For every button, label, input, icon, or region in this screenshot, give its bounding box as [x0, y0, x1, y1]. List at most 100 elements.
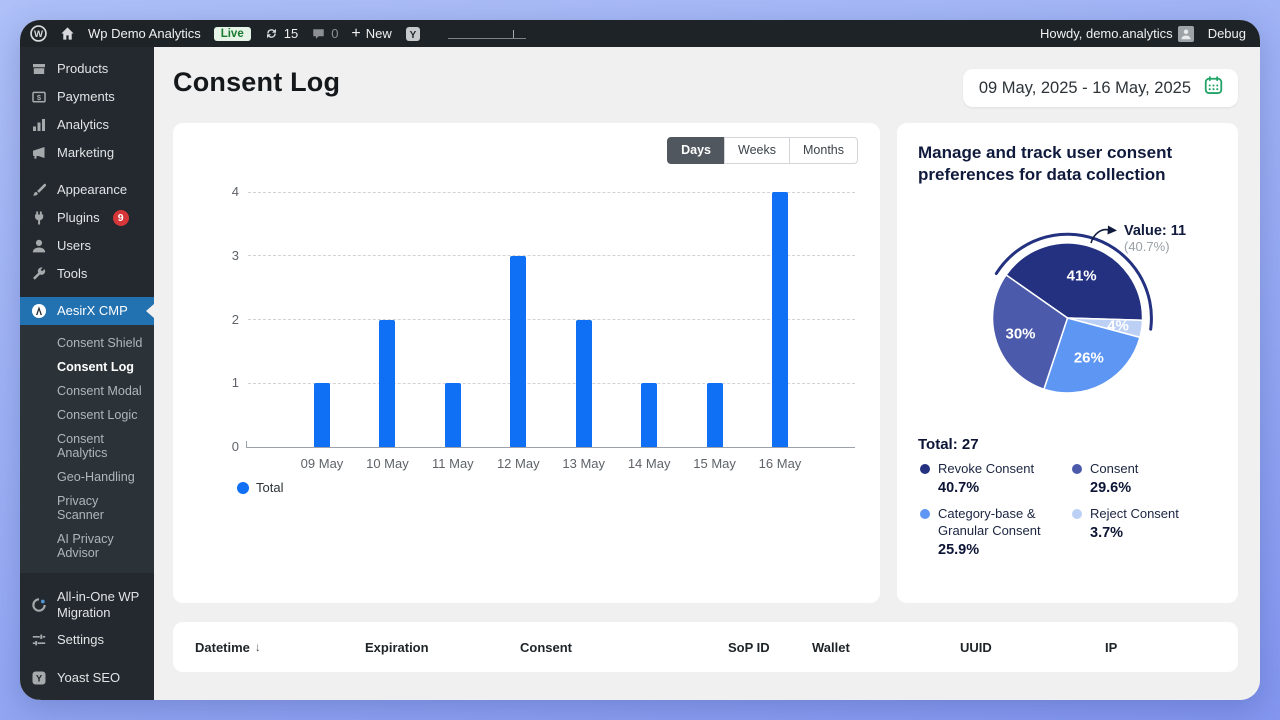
pie-chart: 41%4%26%30%Value: 11(40.7%) — [897, 211, 1238, 429]
y-axis-tick — [246, 441, 247, 447]
pie-slice-percent-label: 30% — [1005, 326, 1035, 343]
submenu-item-consent-logic[interactable]: Consent Logic — [20, 403, 154, 427]
submenu-item-ai-privacy-advisor[interactable]: AI Privacy Advisor — [20, 527, 154, 565]
x-axis-label: 12 May — [486, 456, 550, 471]
legend-label: Consent — [1090, 461, 1138, 478]
updates-icon — [264, 26, 279, 41]
legend-dot — [237, 482, 249, 494]
tab-months[interactable]: Months — [789, 137, 858, 164]
svg-text:Y: Y — [409, 30, 416, 41]
x-axis-label: 14 May — [617, 456, 681, 471]
submenu-item-privacy-scanner[interactable]: Privacy Scanner — [20, 489, 154, 527]
sidebar-item-plugins[interactable]: Plugins 9 — [20, 204, 154, 232]
submenu-item-consent-log[interactable]: Consent Log — [20, 355, 154, 379]
column-header-wallet[interactable]: Wallet — [812, 640, 960, 655]
sidebar-item-tools[interactable]: Tools — [20, 260, 154, 288]
debug-link[interactable]: Debug — [1208, 26, 1246, 41]
date-range-picker[interactable]: 09 May, 2025 - 16 May, 2025 — [963, 69, 1238, 107]
column-header-ip[interactable]: IP — [1105, 640, 1238, 655]
yoast-toolbar-icon[interactable]: Y — [405, 26, 421, 42]
y-axis-label: 4 — [211, 184, 239, 199]
legend-text: Revoke Consent40.7% — [938, 461, 1034, 496]
sidebar-item-label: Settings — [57, 632, 104, 648]
legend-label: Total — [256, 480, 283, 495]
legend-dot — [920, 464, 930, 474]
sidebar-item-akeeba-backup[interactable]: Akeeba Backup — [20, 692, 154, 700]
x-axis-label: 15 May — [683, 456, 747, 471]
bar-10-may[interactable] — [379, 320, 395, 448]
sidebar-group: All-in-One WP Migration Settings — [20, 583, 154, 654]
legend-item-reject-consent[interactable]: Reject Consent3.7% — [1072, 506, 1224, 558]
aesirx-icon — [30, 303, 48, 319]
howdy-account-link[interactable]: Howdy, demo.analytics — [1040, 26, 1194, 42]
submenu-item-geo-handling[interactable]: Geo-Handling — [20, 465, 154, 489]
column-header-sop-id[interactable]: SoP ID — [728, 640, 812, 655]
legend-item-consent[interactable]: Consent29.6% — [1072, 461, 1224, 496]
sidebar-item-marketing[interactable]: Marketing — [20, 139, 154, 167]
sidebar-item-label: Analytics — [57, 117, 109, 133]
gridline — [248, 319, 855, 320]
tab-days[interactable]: Days — [667, 137, 725, 164]
sidebar-item-analytics[interactable]: Analytics — [20, 111, 154, 139]
page-title: Consent Log — [173, 67, 340, 98]
bar-14-may[interactable] — [641, 383, 657, 447]
wp-sidebar: Products $Payments Analytics Marketing Appea… — [20, 47, 154, 700]
bar-13-may[interactable] — [576, 320, 592, 448]
plugins-update-badge: 9 — [113, 210, 129, 226]
bar-09-may[interactable] — [314, 383, 330, 447]
tab-weeks[interactable]: Weeks — [724, 137, 790, 164]
sidebar-item-appearance[interactable]: Appearance — [20, 176, 154, 204]
sidebar-item-label: Tools — [57, 266, 87, 282]
sidebar-item-label: AesirX CMP — [57, 303, 128, 319]
sidebar-item-label: Products — [57, 61, 108, 77]
bar-16-may[interactable] — [772, 192, 788, 447]
sidebar-item-payments[interactable]: $Payments — [20, 83, 154, 111]
y-axis-label: 1 — [211, 375, 239, 390]
live-badge: Live — [214, 27, 251, 41]
submenu-item-consent-shield[interactable]: Consent Shield — [20, 331, 154, 355]
bar-15-may[interactable] — [707, 383, 723, 447]
sidebar-item-aesirx-cmp[interactable]: AesirX CMP — [20, 297, 154, 325]
site-name-link[interactable]: Wp Demo Analytics — [88, 26, 201, 41]
svg-text:W: W — [34, 29, 43, 40]
sidebar-item-settings[interactable]: Settings — [20, 626, 154, 654]
column-header-uuid[interactable]: UUID — [960, 640, 1105, 655]
gridline — [248, 192, 855, 193]
column-header-datetime[interactable]: Datetime↓ — [195, 640, 365, 655]
sidebar-item-label: Plugins — [57, 210, 100, 226]
sidebar-item-users[interactable]: Users — [20, 232, 154, 260]
svg-text:$: $ — [37, 93, 42, 102]
toolbar-placeholder-line — [448, 29, 526, 39]
home-icon[interactable] — [60, 26, 75, 41]
marketing-icon — [30, 145, 48, 161]
new-content-button[interactable]: + New — [351, 26, 391, 42]
legend-item-revoke-consent[interactable]: Revoke Consent40.7% — [920, 461, 1070, 496]
tools-icon — [30, 266, 48, 282]
sidebar-group: YYoast SEO Akeeba Backup — [20, 664, 154, 700]
sidebar-item-label: Yoast SEO — [57, 670, 120, 686]
bar-11-may[interactable] — [445, 383, 461, 447]
bar-12-may[interactable] — [510, 256, 526, 447]
sidebar-item-label: Akeeba Backup — [57, 698, 148, 700]
updates-link[interactable]: 15 — [264, 26, 298, 41]
x-axis-label: 16 May — [748, 456, 812, 471]
submenu-item-consent-analytics[interactable]: Consent Analytics — [20, 427, 154, 465]
annotation-arrowhead — [1108, 226, 1118, 235]
legend-percent: 25.9% — [938, 542, 1070, 558]
pie-total: Total: 27 — [918, 436, 979, 453]
wordpress-logo-icon[interactable]: W — [30, 25, 47, 42]
column-header-consent[interactable]: Consent — [520, 640, 728, 655]
content-area: Consent Log 09 May, 2025 - 16 May, 2025 … — [154, 47, 1260, 700]
avatar — [1178, 26, 1194, 42]
bar-chart-legend-total[interactable]: Total — [237, 480, 283, 495]
sidebar-item-products[interactable]: Products — [20, 55, 154, 83]
updates-count: 15 — [284, 26, 298, 41]
legend-item-category-base-and-granular-consent[interactable]: Category-base & Granular Consent25.9% — [920, 506, 1070, 558]
sidebar-item-yoast-seo[interactable]: YYoast SEO — [20, 664, 154, 692]
submenu-item-consent-modal[interactable]: Consent Modal — [20, 379, 154, 403]
column-header-expiration[interactable]: Expiration — [365, 640, 520, 655]
payments-icon: $ — [30, 89, 48, 105]
y-axis-label: 0 — [211, 439, 239, 454]
comments-link[interactable]: 0 — [311, 26, 338, 41]
sidebar-item-all-in-one-wp-migration[interactable]: All-in-One WP Migration — [20, 583, 154, 626]
